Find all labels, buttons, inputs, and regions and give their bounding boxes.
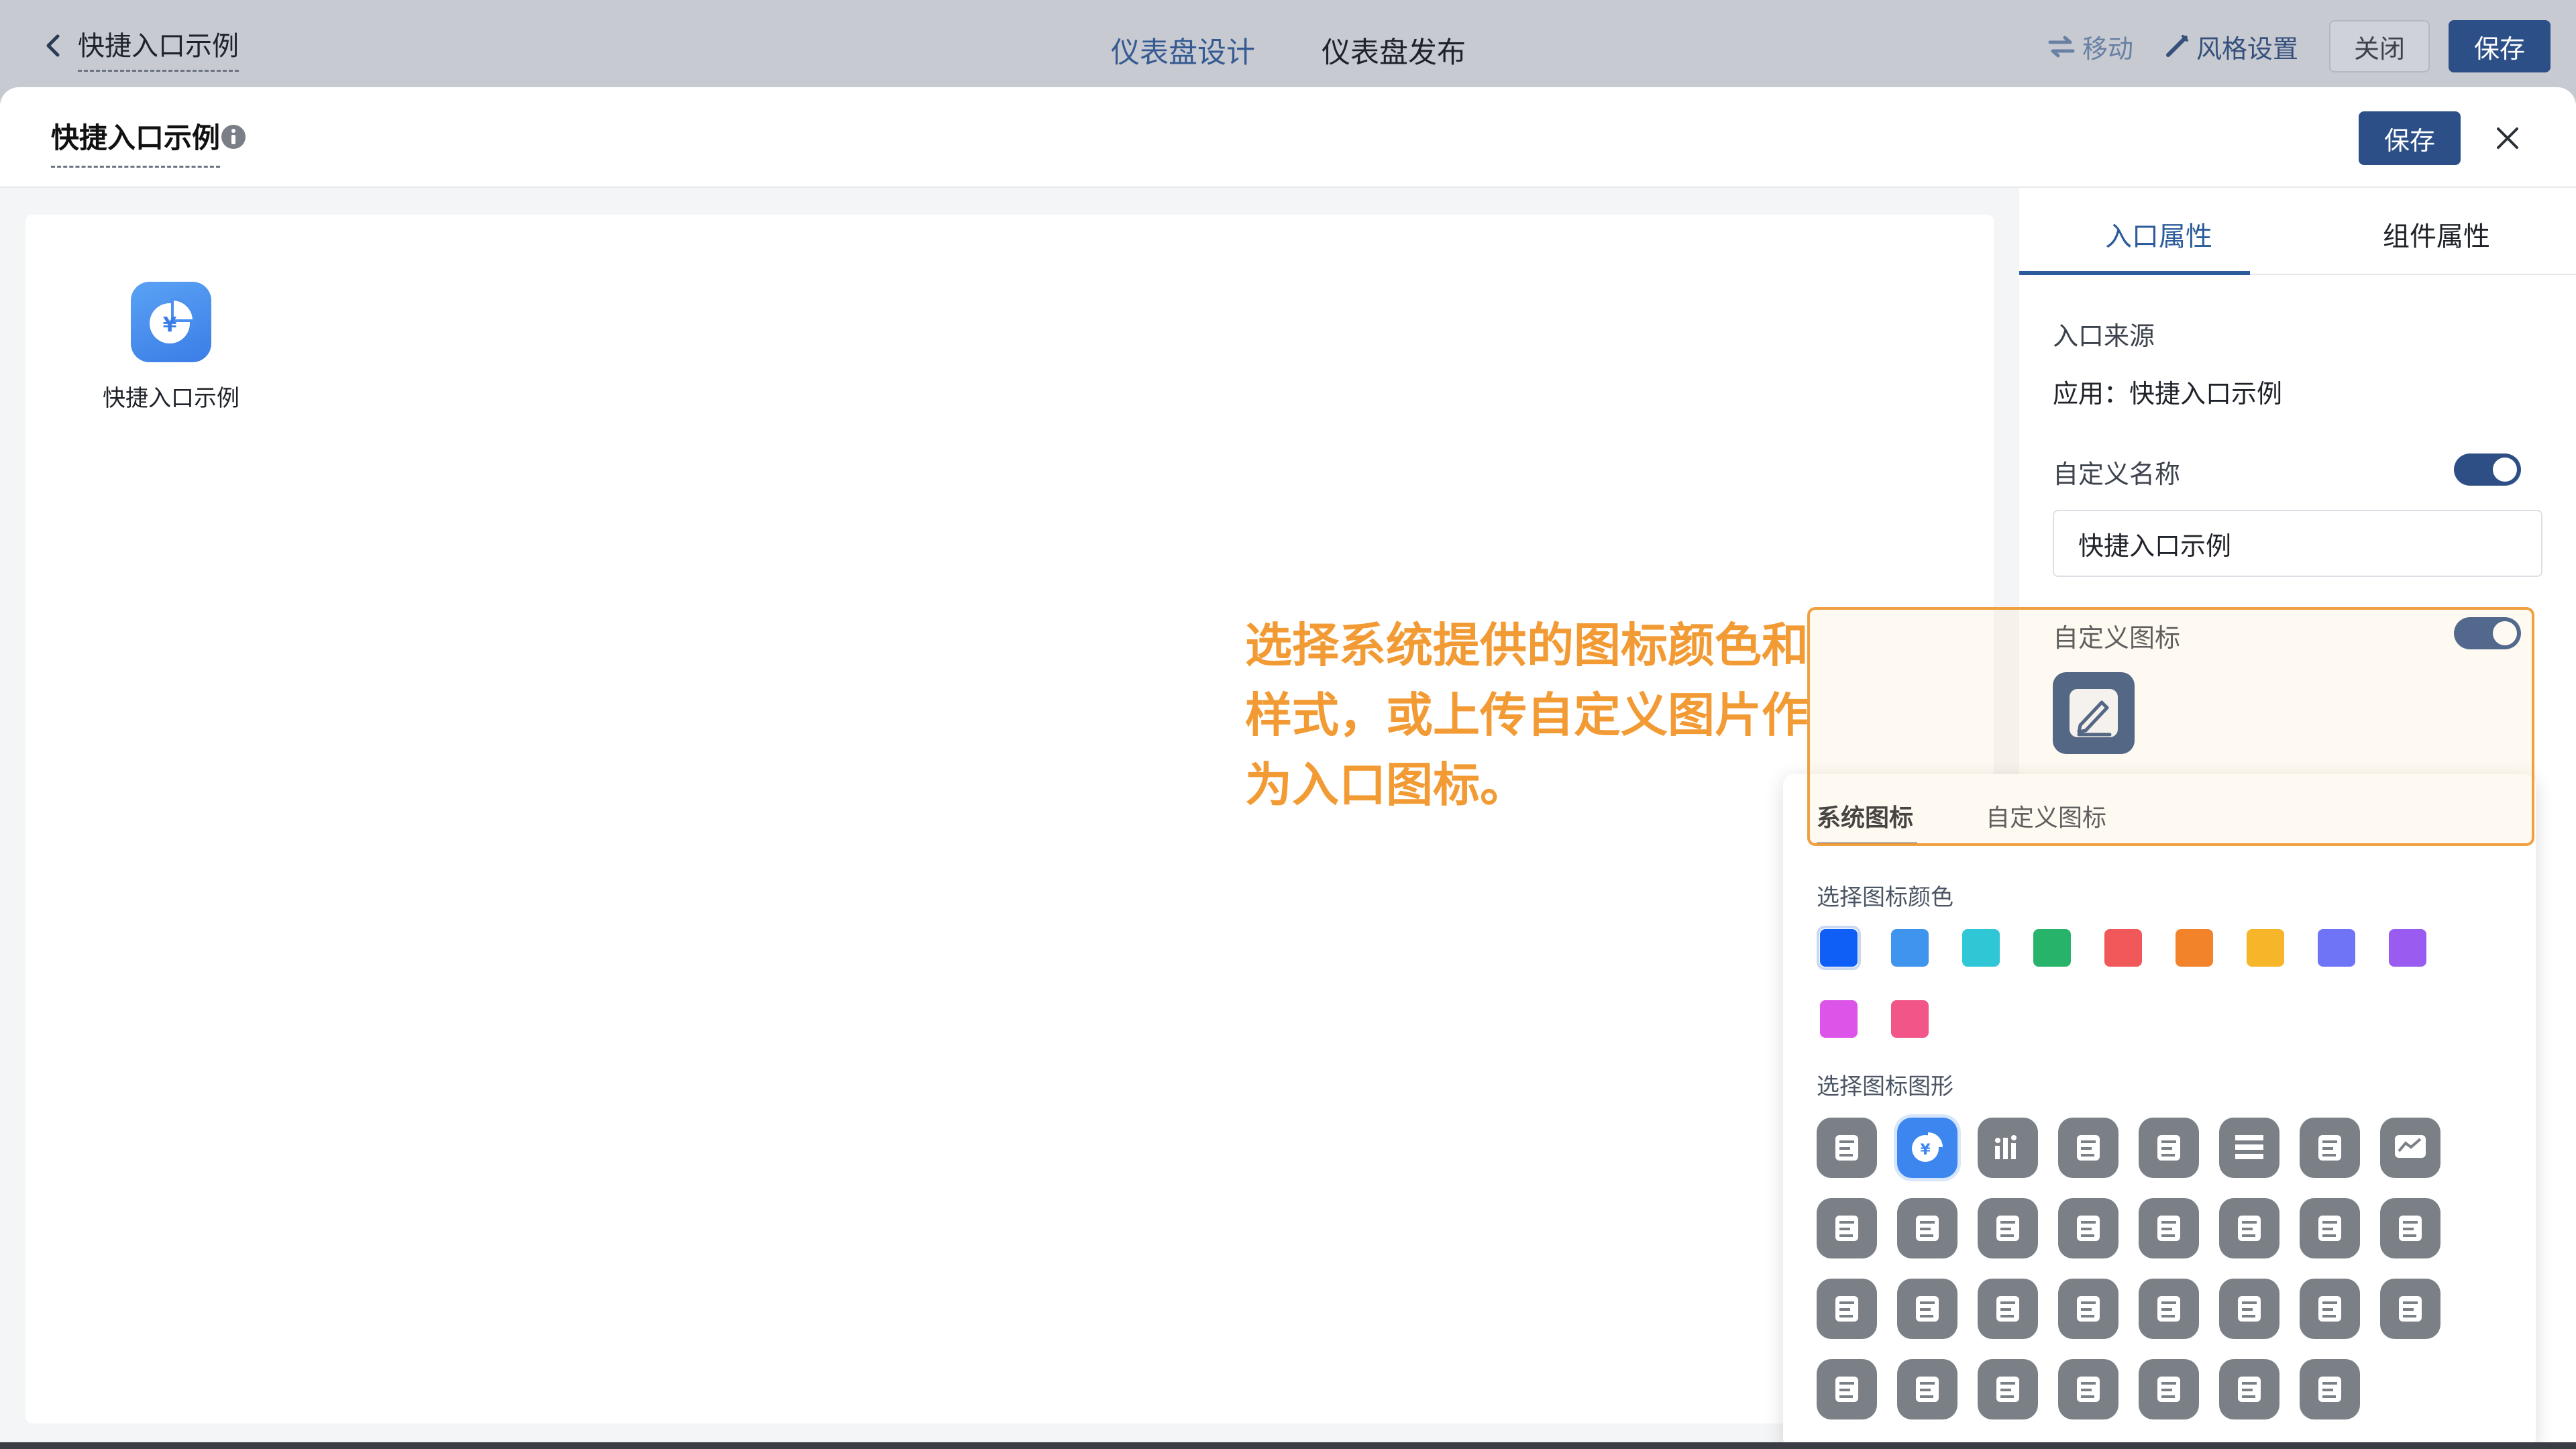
pie-chart-yen-icon[interactable]: ¥ xyxy=(1897,1118,1957,1178)
style-settings-button[interactable]: 风格设置 xyxy=(2164,31,2299,64)
style-settings-label: 风格设置 xyxy=(2196,34,2299,64)
recycle-icon[interactable] xyxy=(1817,1198,1877,1258)
move-button[interactable]: 移动 xyxy=(2047,31,2134,64)
enterprise-icon[interactable] xyxy=(2139,1359,2199,1419)
color-swatch-11[interactable] xyxy=(1888,997,1932,1041)
color-swatch-10[interactable] xyxy=(1817,997,1861,1041)
custom-icon-label: 自定义图标 xyxy=(2053,623,2181,653)
custom-name-toggle[interactable] xyxy=(2454,453,2521,486)
color-swatch-grid xyxy=(1817,926,2494,1041)
tab-dashboard-publish[interactable]: 仪表盘发布 xyxy=(1322,30,1466,71)
color-swatch-2[interactable] xyxy=(1888,926,1932,970)
tab-component-properties[interactable]: 组件属性 xyxy=(2383,215,2490,254)
swap-arrows-icon xyxy=(2048,36,2075,58)
brush-icon xyxy=(2166,35,2188,57)
app-title[interactable]: 快捷入口示例 xyxy=(78,24,239,72)
modal-save-button[interactable]: 保存 xyxy=(2359,111,2461,165)
color-swatch-5[interactable] xyxy=(2101,926,2145,970)
browser-cursor-icon[interactable] xyxy=(1817,1279,1877,1339)
custom-icon-toggle[interactable] xyxy=(2454,617,2521,649)
building-icon[interactable] xyxy=(2058,1118,2118,1178)
clipboard-list-icon[interactable] xyxy=(1978,1279,2038,1339)
invoice-icon[interactable] xyxy=(2300,1359,2360,1419)
medical-cross-icon[interactable] xyxy=(2380,1279,2440,1339)
pie-chart-yen-icon: ¥ xyxy=(131,282,211,362)
list-table-icon[interactable] xyxy=(2219,1118,2279,1178)
edit-pen-icon xyxy=(2070,689,2118,737)
team-icon[interactable] xyxy=(2058,1279,2118,1339)
id-card-icon[interactable] xyxy=(2380,1198,2440,1258)
clipboard-chart-icon[interactable] xyxy=(1897,1279,1957,1339)
color-swatch-6[interactable] xyxy=(2172,926,2216,970)
building-book-icon[interactable] xyxy=(1817,1118,1877,1178)
wave-icon[interactable] xyxy=(2300,1198,2360,1258)
bar-chart-icon[interactable] xyxy=(1978,1118,2038,1178)
document-chart-icon[interactable] xyxy=(2139,1118,2199,1178)
active-tab-indicator xyxy=(2019,271,2250,275)
mail-icon[interactable] xyxy=(2219,1279,2279,1339)
icon-shape-grid: ¥ xyxy=(1817,1118,2514,1419)
hr-icon[interactable] xyxy=(2058,1359,2118,1419)
svg-text:¥: ¥ xyxy=(1920,1142,1931,1159)
newspaper-icon[interactable] xyxy=(1978,1198,2038,1258)
cube-stats-icon[interactable] xyxy=(1978,1359,2038,1419)
hand-yen-icon[interactable] xyxy=(1817,1359,1877,1419)
discount-tag-icon[interactable] xyxy=(1897,1359,1957,1419)
bottom-edge xyxy=(0,1442,2576,1449)
custom-name-label: 自定义名称 xyxy=(2053,460,2181,489)
yen-door-icon[interactable] xyxy=(2219,1359,2279,1419)
color-swatch-8[interactable] xyxy=(2314,926,2359,970)
home-icon[interactable] xyxy=(2300,1279,2360,1339)
icon-color-label: 选择图标颜色 xyxy=(1817,884,1953,911)
color-swatch-1[interactable] xyxy=(1817,926,1861,970)
move-label: 移动 xyxy=(2082,34,2134,64)
office-building-icon[interactable] xyxy=(2219,1198,2279,1258)
wallet-icon[interactable] xyxy=(1897,1198,1957,1258)
tab-system-icons[interactable]: 系统图标 xyxy=(1817,798,1913,833)
modal-title[interactable]: 快捷入口示例 xyxy=(51,115,221,168)
shortcut-label: 快捷入口示例 xyxy=(103,385,239,412)
active-tab-indicator xyxy=(1817,843,1917,846)
close-icon[interactable] xyxy=(2491,122,2524,154)
tab-custom-icons[interactable]: 自定义图标 xyxy=(1986,798,2106,833)
annotation-text: 选择系统提供的图标颜色和样式，或上传自定义图片作为入口图标。 xyxy=(1245,617,1809,812)
back-chevron-icon[interactable] xyxy=(40,31,67,60)
inbox-icon[interactable] xyxy=(2139,1198,2199,1258)
press-icon[interactable] xyxy=(2139,1279,2199,1339)
shortcut-tile[interactable]: ¥ 快捷入口示例 xyxy=(101,282,241,416)
top-save-button[interactable]: 保存 xyxy=(2449,20,2551,72)
modal-header xyxy=(0,87,2576,188)
entry-source-label: 入口来源 xyxy=(2053,321,2155,351)
tab-entry-properties[interactable]: 入口属性 xyxy=(2105,215,2212,254)
icon-shape-label: 选择图标图形 xyxy=(1817,1073,1953,1100)
svg-text:¥: ¥ xyxy=(163,313,177,337)
custom-icon-preview[interactable] xyxy=(2053,672,2135,754)
color-swatch-9[interactable] xyxy=(2385,926,2430,970)
color-swatch-3[interactable] xyxy=(1959,926,2003,970)
calendar-check-icon[interactable] xyxy=(2300,1118,2360,1178)
receipt-icon[interactable] xyxy=(2058,1198,2118,1258)
tab-dashboard-design[interactable]: 仪表盘设计 xyxy=(1111,30,1255,71)
close-button[interactable]: 关闭 xyxy=(2329,20,2430,72)
color-swatch-4[interactable] xyxy=(2030,926,2074,970)
line-chart-icon[interactable] xyxy=(2380,1118,2440,1178)
entry-source-value: 应用：快捷入口示例 xyxy=(2053,379,2283,409)
color-swatch-7[interactable] xyxy=(2243,926,2288,970)
icon-picker-popover: 系统图标 自定义图标 选择图标颜色 选择图标图形 ¥ xyxy=(1783,774,2536,1449)
panel-tabs xyxy=(2019,188,2576,275)
info-icon[interactable] xyxy=(220,123,247,150)
custom-name-input[interactable] xyxy=(2053,510,2542,577)
